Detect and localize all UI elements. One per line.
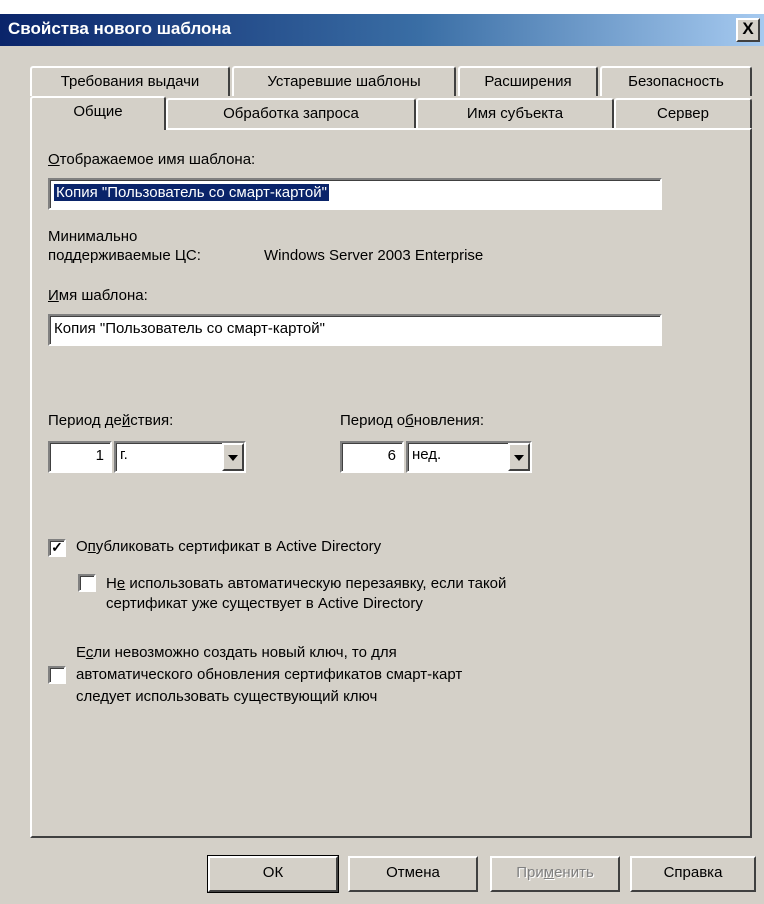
cancel-button[interactable]: Отмена (348, 856, 478, 892)
close-button[interactable]: X (736, 18, 760, 42)
tab-request-handling[interactable]: Обработка запроса (166, 98, 416, 128)
tab-security[interactable]: Безопасность (600, 66, 752, 96)
publish-ad-checkbox[interactable]: ✓ (48, 539, 66, 557)
chevron-down-icon[interactable] (508, 443, 530, 471)
tab-label: Безопасность (628, 73, 724, 90)
tab-general[interactable]: Общие (30, 96, 166, 130)
validity-period-label: Период действия: (48, 412, 174, 429)
validity-unit-select[interactable]: г. (114, 441, 246, 473)
tab-label: Расширения (484, 73, 572, 90)
tab-issuance-requirements[interactable]: Требования выдачи (30, 66, 230, 96)
dialog-window: Свойства нового шаблона X Требования выд… (0, 0, 764, 904)
template-name-label: Имя шаблона: (48, 287, 148, 304)
template-name-value: Копия "Пользователь со смарт-картой" (54, 320, 325, 337)
tab-server[interactable]: Сервер (614, 98, 752, 128)
renewal-unit-select[interactable]: нед. (406, 441, 532, 473)
validity-unit-value: г. (120, 446, 128, 463)
title-bar[interactable]: Свойства нового шаблона X (0, 14, 764, 46)
renewal-number-input[interactable]: 6 (340, 441, 404, 473)
tab-superseded-templates[interactable]: Устаревшие шаблоны (232, 66, 456, 96)
tab-panel-general (30, 128, 752, 838)
tab-label: Устаревшие шаблоны (267, 73, 421, 90)
display-name-value: Копия "Пользователь со смарт-картой" (54, 184, 329, 201)
close-icon: X (742, 19, 754, 38)
tab-subject-name[interactable]: Имя субъекта (416, 98, 614, 128)
renewal-period-label: Период обновления: (340, 412, 485, 429)
validity-number-input[interactable]: 1 (48, 441, 112, 473)
chevron-down-icon[interactable] (222, 443, 244, 471)
existing-key-checkbox[interactable] (48, 666, 66, 684)
min-ca-label-line2: поддерживаемые ЦС: (48, 247, 201, 264)
existing-key-label-line3[interactable]: следует использовать существующий ключ (76, 688, 377, 705)
min-ca-label-line1: Минимально (48, 228, 138, 245)
min-ca-value: Windows Server 2003 Enterprise (264, 247, 484, 264)
no-reenroll-label[interactable]: Не использовать автоматическую перезаявк… (106, 575, 506, 592)
checkmark-icon: ✓ (51, 539, 63, 555)
ok-button[interactable]: ОК (207, 855, 339, 893)
existing-key-label-line2[interactable]: автоматического обновления сертификатов … (76, 666, 462, 683)
display-name-label: Отображаемое имя шаблона: (48, 151, 256, 168)
tab-label: Сервер (656, 105, 709, 122)
renewal-unit-value: нед. (412, 446, 442, 463)
window-title: Свойства нового шаблона (8, 19, 232, 38)
tab-label: Требования выдачи (60, 73, 200, 90)
no-reenroll-label-line2[interactable]: сертификат уже существует в Active Direc… (106, 595, 423, 612)
existing-key-label[interactable]: Если невозможно создать новый ключ, то д… (76, 644, 397, 661)
tab-extensions[interactable]: Расширения (458, 66, 598, 96)
template-name-input[interactable]: Копия "Пользователь со смарт-картой" (48, 314, 662, 346)
help-button[interactable]: Справка (630, 856, 756, 892)
tab-label: Обработка запроса (223, 105, 359, 122)
display-name-input[interactable]: Копия "Пользователь со смарт-картой" (48, 178, 662, 210)
apply-button[interactable]: Применить (490, 856, 620, 892)
publish-ad-label[interactable]: Опубликовать сертификат в Active Directo… (76, 538, 381, 555)
tab-label: Имя субъекта (466, 105, 564, 122)
tab-label: Общие (73, 103, 123, 120)
top-strip (0, 0, 764, 14)
no-reenroll-checkbox[interactable] (78, 574, 96, 592)
